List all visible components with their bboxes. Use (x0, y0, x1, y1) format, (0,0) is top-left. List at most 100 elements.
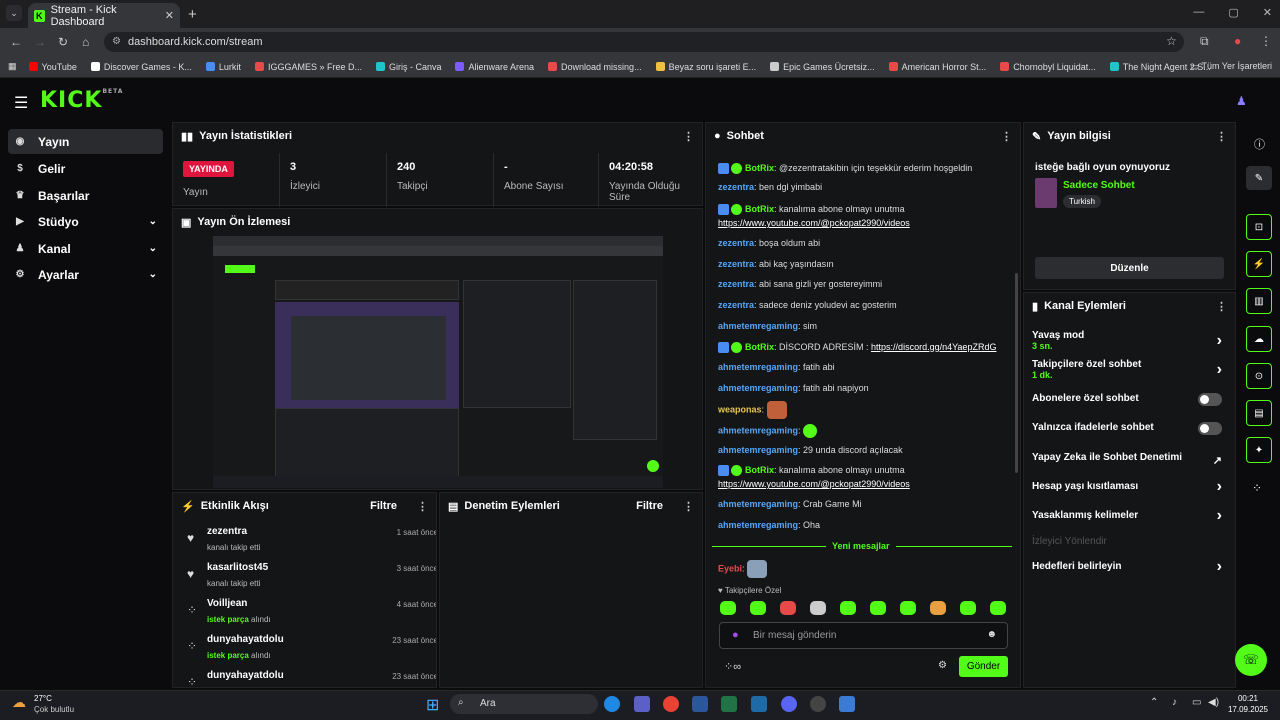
word-icon[interactable] (692, 696, 708, 712)
bookmark-star-icon[interactable]: ☆ (1166, 34, 1177, 48)
channel-action-item[interactable]: Yasaklanmış kelimeler › (1032, 507, 1222, 524)
url-input[interactable]: dashboard.kick.com/stream (104, 32, 1184, 52)
chat-username[interactable]: ahmetemregaming (718, 362, 798, 372)
emote-icon[interactable] (720, 601, 736, 615)
stream-category[interactable]: Sadece Sohbet (1063, 180, 1135, 191)
chat-username[interactable]: BotRix (745, 342, 774, 352)
forward-icon[interactable]: → (34, 35, 46, 49)
stream-preview-video[interactable] (213, 236, 663, 488)
volume-icon[interactable]: ◀) (1208, 697, 1219, 708)
emote-icon[interactable] (840, 601, 856, 615)
moderation-menu-icon[interactable]: ⋮ (683, 500, 694, 513)
extensions-icon[interactable]: ⧉ (1200, 34, 1209, 49)
microphone-icon[interactable]: ● (732, 629, 739, 641)
edge-icon[interactable] (604, 696, 620, 712)
network-icon[interactable]: ▭ (1192, 697, 1201, 708)
new-tab-icon[interactable]: + (188, 6, 197, 23)
bookmark-item[interactable]: Download missing... (548, 62, 642, 72)
send-button[interactable]: Gönder (959, 656, 1008, 677)
channel-action-item[interactable]: İzleyici Yönlendir (1032, 536, 1222, 547)
kick-points-icon[interactable]: ⁘∞ (724, 660, 741, 673)
help-chat-icon[interactable]: ☏ (1235, 644, 1267, 676)
emote-icon[interactable] (870, 601, 886, 615)
chat-username[interactable]: ahmetemregaming (718, 445, 798, 455)
bookmark-item[interactable]: Discover Games - K... (90, 62, 192, 72)
chat-username[interactable]: ahmetemregaming (718, 499, 798, 509)
info-circle-icon[interactable]: ⓘ (1254, 136, 1265, 152)
kick-points-tool-icon[interactable]: ⁘ (1252, 481, 1262, 495)
reload-icon[interactable]: ↻ (58, 35, 68, 49)
chat-username[interactable]: weaponas (718, 404, 762, 414)
chat-scrollbar[interactable] (1015, 273, 1018, 473)
sidebar-item-gelir[interactable]: $ Gelir (8, 156, 163, 181)
weather-icon[interactable]: ☁ (12, 694, 26, 711)
poll-tool-icon[interactable]: ▥ (1246, 288, 1272, 314)
bookmark-item[interactable]: Epic Games Ücretsiz... (770, 62, 875, 72)
emote-icon[interactable] (810, 601, 826, 615)
back-icon[interactable]: ← (10, 35, 22, 49)
kick-logo[interactable]: KICKBETA (40, 88, 123, 113)
emote-icon[interactable] (780, 601, 796, 615)
chat-menu-icon[interactable]: ⋮ (1001, 130, 1012, 143)
bookmark-item[interactable]: Chornobyl Liquidat... (1000, 62, 1096, 72)
toggle-switch[interactable] (1198, 393, 1222, 406)
activity-user[interactable]: Voilljean (207, 598, 247, 609)
channel-action-item[interactable]: Yapay Zeka ile Sohbet Denetimi ↗ (1032, 452, 1222, 467)
bookmark-item[interactable]: American Horror St... (888, 62, 986, 72)
chat-username[interactable]: zezentra (718, 279, 754, 289)
emoji-icon[interactable]: ☻ (986, 629, 997, 640)
chat-username[interactable]: zezentra (718, 300, 754, 310)
chat-settings-icon[interactable]: ⚙ (938, 660, 947, 671)
emote-icon[interactable] (900, 601, 916, 615)
category-thumbnail[interactable] (1035, 178, 1057, 208)
bookmark-item[interactable]: Beyaz soru işareti E... (655, 62, 756, 72)
chrome-icon[interactable] (663, 696, 679, 712)
layout-tool-icon[interactable]: ▤ (1246, 400, 1272, 426)
obs-icon[interactable] (810, 696, 826, 712)
chat-link[interactable]: https://www.youtube.com/@pckopat2990/vid… (718, 218, 910, 228)
activity-filter-button[interactable]: Filtre (370, 500, 397, 512)
chat-username[interactable]: zezentra (718, 182, 754, 192)
channel-action-item[interactable]: Hedefleri belirleyin › (1032, 558, 1222, 575)
clock-time[interactable]: 00:21 (1226, 694, 1270, 703)
clip-tool-icon[interactable]: ⊡ (1246, 214, 1272, 240)
excel-icon[interactable] (721, 696, 737, 712)
sidebar-item-yayın[interactable]: ◉ Yayın (8, 129, 163, 154)
chat-username[interactable]: ahmetemregaming (718, 425, 798, 435)
chat-username[interactable]: ahmetemregaming (718, 520, 798, 530)
bookmark-item[interactable]: YouTube (28, 62, 77, 72)
tab-search-icon[interactable]: ⌄ (6, 5, 22, 21)
maximize-icon[interactable]: ▢ (1228, 6, 1238, 19)
activity-user[interactable]: dunyahayatdolu (207, 634, 284, 645)
chat-username[interactable]: ahmetemregaming (718, 321, 798, 331)
channel-action-item[interactable]: Hesap yaşı kısıtlaması › (1032, 478, 1222, 495)
channel-action-item[interactable]: Takipçilere özel sohbet 1 dk. › (1032, 359, 1222, 380)
moderation-filter-button[interactable]: Filtre (636, 500, 663, 512)
chat-username[interactable]: ahmetemregaming (718, 383, 798, 393)
notification-icon[interactable]: ♟ (1236, 94, 1247, 108)
app-icon[interactable] (839, 696, 855, 712)
bookmark-item[interactable]: Lurkit (205, 62, 241, 72)
chat-username[interactable]: BotRix (745, 204, 774, 214)
clock-date[interactable]: 17.09.2025 (1226, 705, 1270, 714)
stats-menu-icon[interactable]: ⋮ (683, 130, 694, 143)
minimize-icon[interactable]: — (1193, 6, 1204, 19)
chat-username[interactable]: BotRix (745, 163, 774, 173)
menu-icon[interactable]: ☰ (14, 93, 28, 113)
tray-chevron-icon[interactable]: ⌃ (1150, 697, 1158, 708)
sidebar-item-kanal[interactable]: ♟ Kanal ⌄ (8, 236, 163, 261)
stream-info-menu-icon[interactable]: ⋮ (1216, 130, 1227, 143)
bookmark-item[interactable]: Giriş - Canva (375, 62, 441, 72)
chat-link[interactable]: https://www.youtube.com/@pckopat2990/vid… (718, 479, 910, 489)
teams-icon[interactable] (634, 696, 650, 712)
apps-icon[interactable]: ▦ (8, 61, 17, 72)
chat-input[interactable]: ● Bir mesaj gönderin ☻ (719, 622, 1008, 649)
broadcast-tool-icon[interactable]: ⊙ (1246, 363, 1272, 389)
home-icon[interactable]: ⌂ (82, 35, 89, 49)
browser-menu-icon[interactable]: ⋮ (1260, 34, 1272, 48)
channel-actions-menu-icon[interactable]: ⋮ (1216, 300, 1227, 313)
chat-username[interactable]: Eyebi (718, 563, 742, 573)
wrench-tool-icon[interactable]: ✦ (1246, 437, 1272, 463)
activity-user[interactable]: zezentra (207, 526, 247, 537)
close-window-icon[interactable]: ✕ (1263, 6, 1272, 19)
